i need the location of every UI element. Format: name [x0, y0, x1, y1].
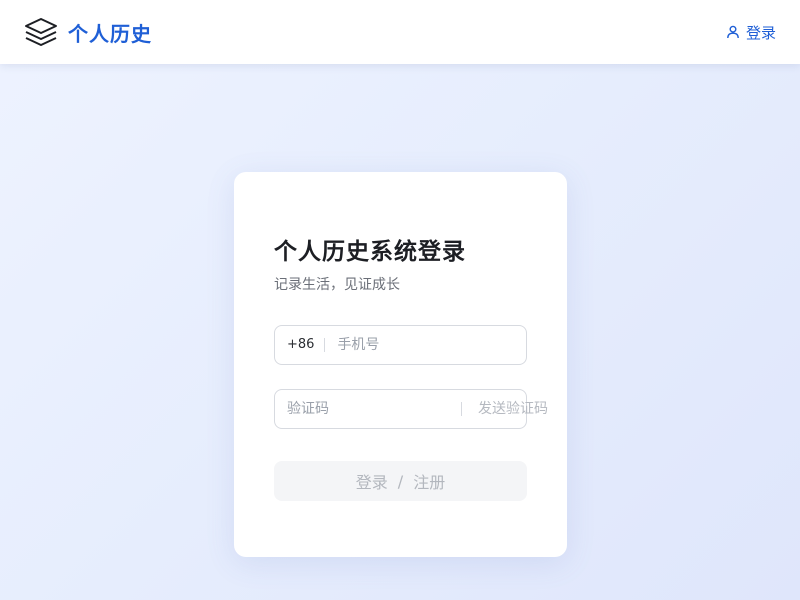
country-code-prefix[interactable]: +86	[275, 338, 326, 352]
top-header: 个人历史 登录	[0, 0, 800, 64]
brand-title: 个人历史	[68, 21, 152, 46]
login-card: 个人历史系统登录 记录生活，见证成长 +86 发送验证码 登录 / 注册	[234, 172, 567, 557]
phone-input[interactable]	[337, 326, 526, 364]
user-icon	[726, 25, 740, 39]
phone-field: +86	[274, 325, 527, 365]
verification-code-field: 发送验证码	[274, 389, 548, 429]
header-login-label: 登录	[745, 23, 776, 42]
layers-icon	[24, 15, 58, 49]
verification-code-input[interactable]	[275, 390, 461, 428]
card-subtitle: 记录生活，见证成长	[274, 277, 400, 293]
header-login-link[interactable]: 登录	[726, 22, 776, 43]
card-title: 个人历史系统登录	[274, 239, 466, 265]
brand[interactable]: 个人历史	[24, 15, 152, 49]
submit-login-label: 登录	[355, 473, 388, 492]
login-register-button[interactable]: 登录 / 注册	[274, 461, 527, 501]
submit-separator: /	[397, 471, 404, 491]
send-code-button[interactable]: 发送验证码	[461, 402, 561, 416]
submit-register-label: 注册	[413, 473, 446, 492]
